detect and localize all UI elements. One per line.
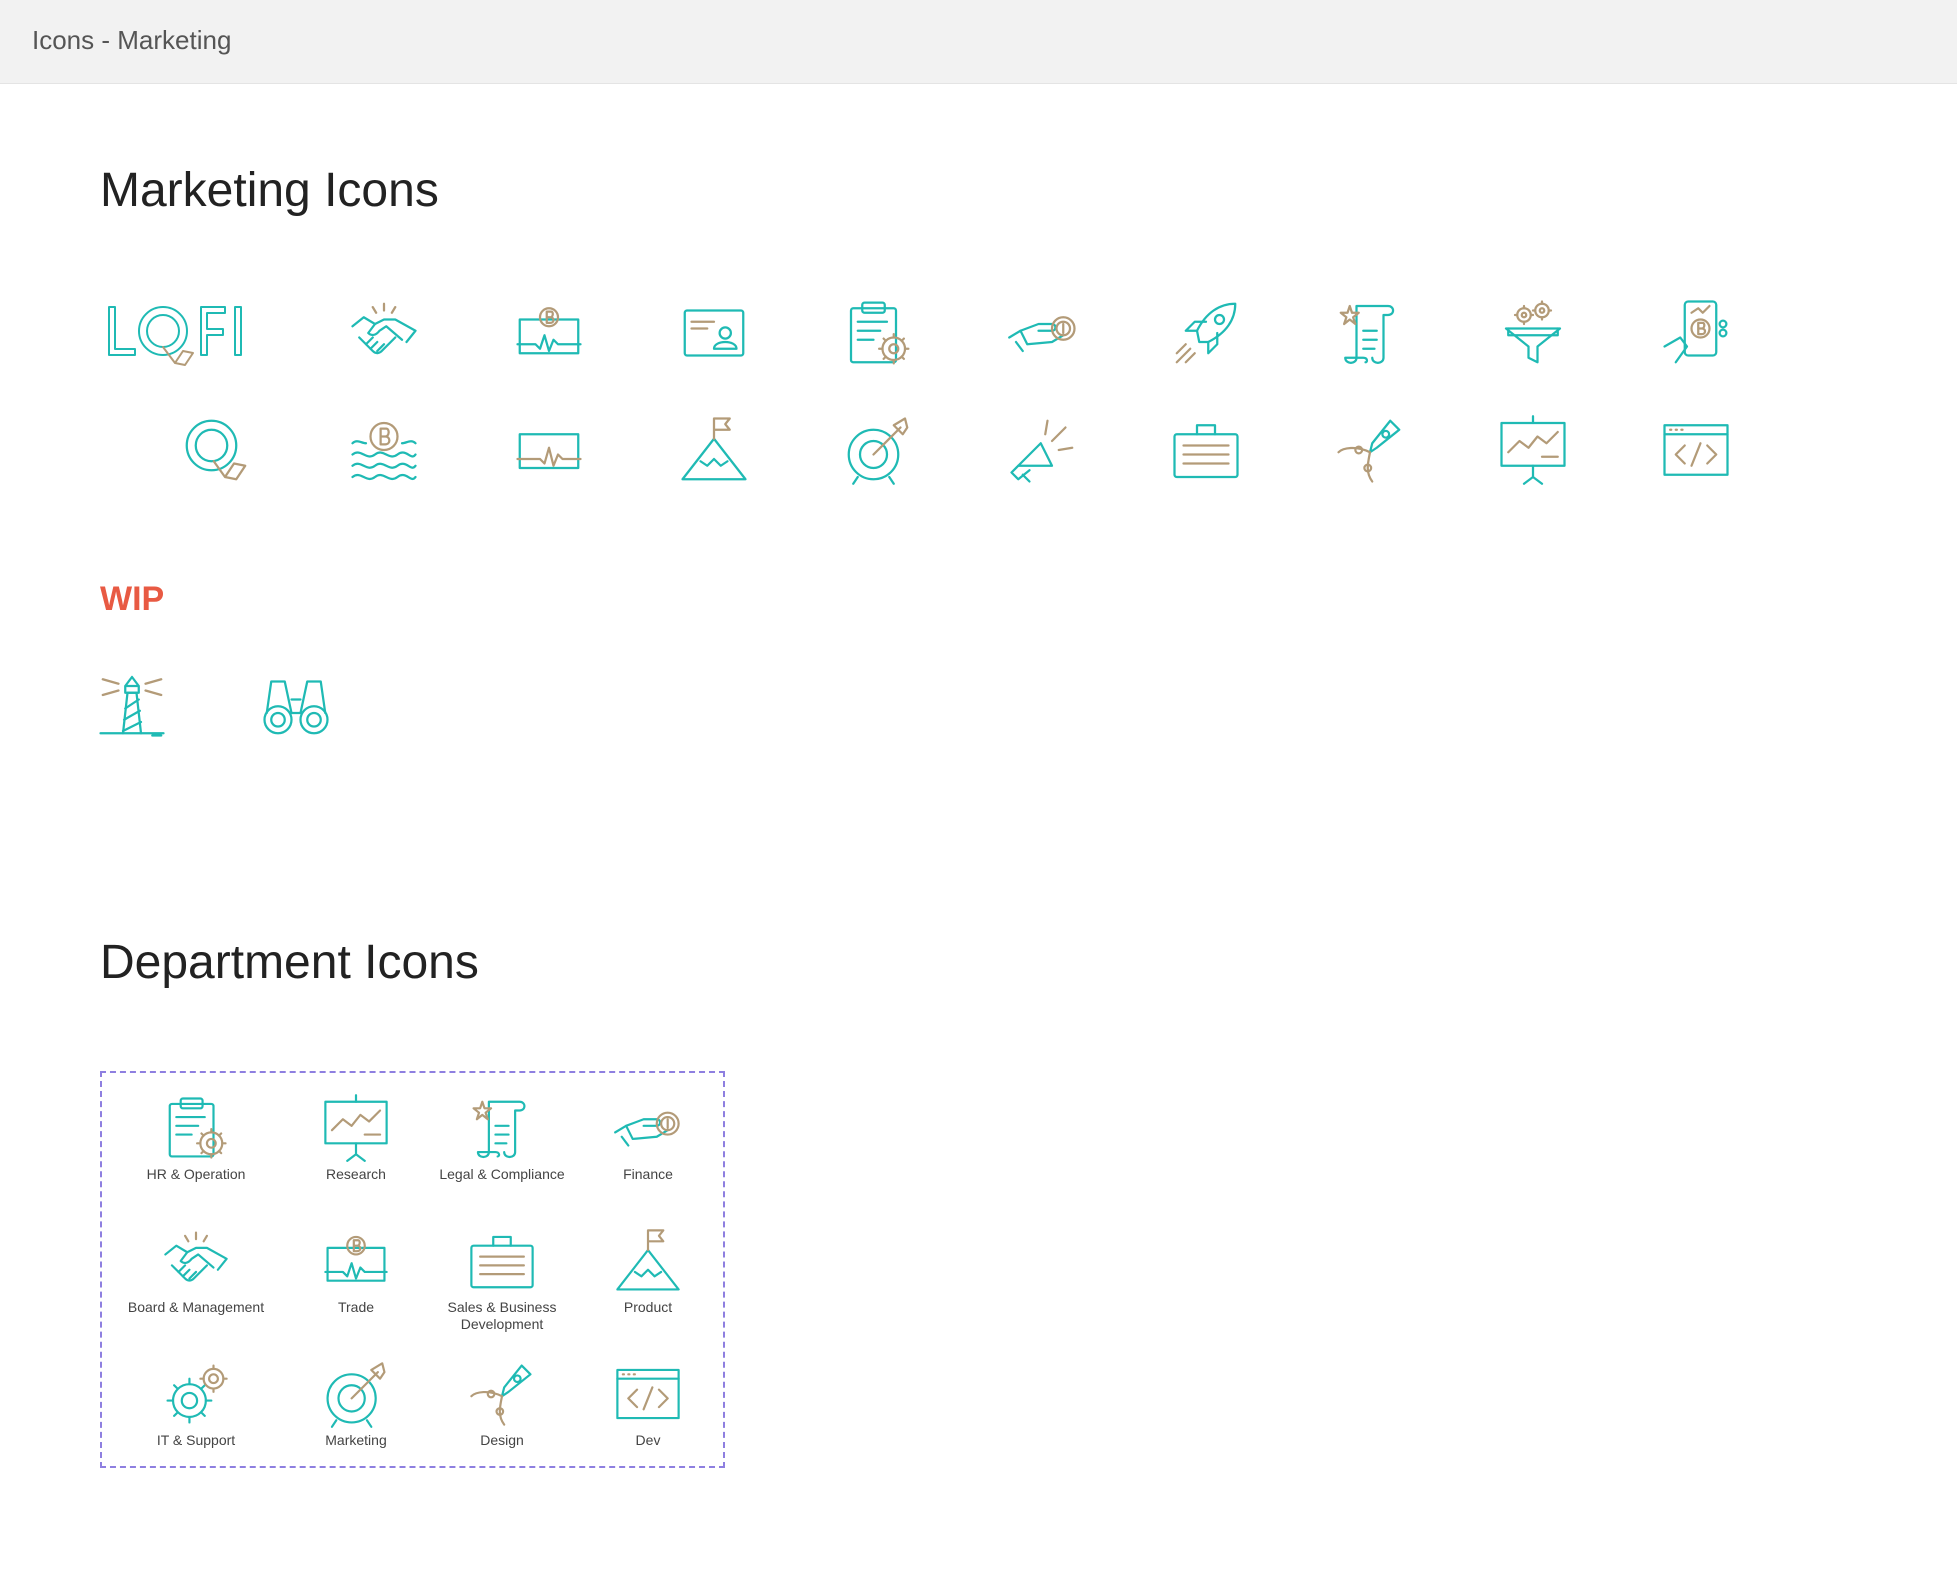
- hand-coin-icon[interactable]: [1007, 297, 1079, 369]
- dept-label: Finance: [623, 1166, 673, 1182]
- dept-item-design[interactable]: Design: [422, 1359, 582, 1449]
- dept-item-board-management[interactable]: Board & Management: [116, 1226, 276, 1316]
- marketing-icons-heading: Marketing Icons: [100, 164, 439, 217]
- dept-label: Design: [480, 1432, 524, 1448]
- dept-item-trade[interactable]: Trade: [276, 1226, 436, 1316]
- dept-label: HR & Operation: [146, 1166, 246, 1182]
- dept-item-hr-operation[interactable]: HR & Operation: [116, 1093, 276, 1183]
- dept-item-finance[interactable]: Finance: [568, 1093, 728, 1183]
- code-window-icon[interactable]: [1660, 414, 1732, 486]
- bitcoin-waves-icon[interactable]: [348, 414, 420, 486]
- dept-item-dev[interactable]: Dev: [568, 1359, 728, 1449]
- lighthouse-icon[interactable]: [96, 668, 168, 740]
- window-title: Icons - Marketing: [32, 25, 232, 55]
- briefcase-icon[interactable]: [1170, 414, 1242, 486]
- lqfi-logo-icon: [108, 306, 242, 366]
- handshake-icon[interactable]: [348, 297, 420, 369]
- presentation-chart-icon: [321, 1093, 391, 1163]
- rocket-icon[interactable]: [1170, 297, 1242, 369]
- dept-label: Board & Management: [127, 1299, 265, 1315]
- scroll-star-icon[interactable]: [1334, 297, 1406, 369]
- gears-icon: [161, 1359, 231, 1429]
- dept-label: Marketing: [325, 1432, 387, 1448]
- megaphone-icon[interactable]: [1007, 414, 1079, 486]
- mountain-flag-icon: [613, 1226, 683, 1296]
- clipboard-gear-icon[interactable]: [842, 297, 914, 369]
- department-icons-group[interactable]: HR & Operation Research Legal & Complian…: [100, 1071, 725, 1468]
- id-card-icon[interactable]: [678, 297, 750, 369]
- pen-tool-icon: [467, 1359, 537, 1429]
- dept-item-sales-business-development[interactable]: Sales & Business Development: [422, 1226, 582, 1333]
- wip-label: WIP: [100, 580, 165, 618]
- mountain-flag-icon[interactable]: [678, 414, 750, 486]
- dept-item-legal-compliance[interactable]: Legal & Compliance: [422, 1093, 582, 1183]
- scroll-star-icon: [467, 1093, 537, 1163]
- lqfi-logo[interactable]: [105, 295, 255, 367]
- dept-item-it-support[interactable]: IT & Support: [116, 1359, 276, 1449]
- presentation-chart-icon[interactable]: [1497, 414, 1569, 486]
- dept-label: IT & Support: [156, 1432, 236, 1448]
- funnel-gears-icon[interactable]: [1497, 297, 1569, 369]
- dept-item-research[interactable]: Research: [276, 1093, 436, 1183]
- hand-coin-icon: [613, 1093, 683, 1163]
- briefcase-icon: [467, 1226, 537, 1296]
- dept-label: Research: [326, 1166, 386, 1182]
- pen-tool-icon[interactable]: [1334, 414, 1406, 486]
- code-window-icon: [613, 1359, 683, 1429]
- dept-label: Trade: [337, 1299, 375, 1315]
- binoculars-icon[interactable]: [260, 668, 332, 740]
- department-icons-heading: Department Icons: [100, 936, 479, 989]
- dept-label: Product: [623, 1299, 673, 1315]
- clipboard-gear-icon: [161, 1093, 231, 1163]
- target-arrow-icon: [321, 1359, 391, 1429]
- dept-item-marketing[interactable]: Marketing: [276, 1359, 436, 1449]
- pulse-monitor-icon[interactable]: [513, 414, 585, 486]
- bitcoin-trade-icon: [321, 1226, 391, 1296]
- dept-label: Sales & Business Development: [447, 1299, 557, 1332]
- target-arrow-icon[interactable]: [842, 414, 914, 486]
- handshake-icon: [161, 1226, 231, 1296]
- dept-label: Legal & Compliance: [439, 1166, 565, 1182]
- dept-item-product[interactable]: Product: [568, 1226, 728, 1316]
- bitcoin-trade-icon[interactable]: [513, 297, 585, 369]
- title-bar: Icons - Marketing: [0, 0, 1957, 84]
- dept-label: Dev: [635, 1432, 661, 1448]
- phone-bitcoin-icon[interactable]: [1660, 297, 1732, 369]
- q-logo-icon[interactable]: [180, 414, 252, 486]
